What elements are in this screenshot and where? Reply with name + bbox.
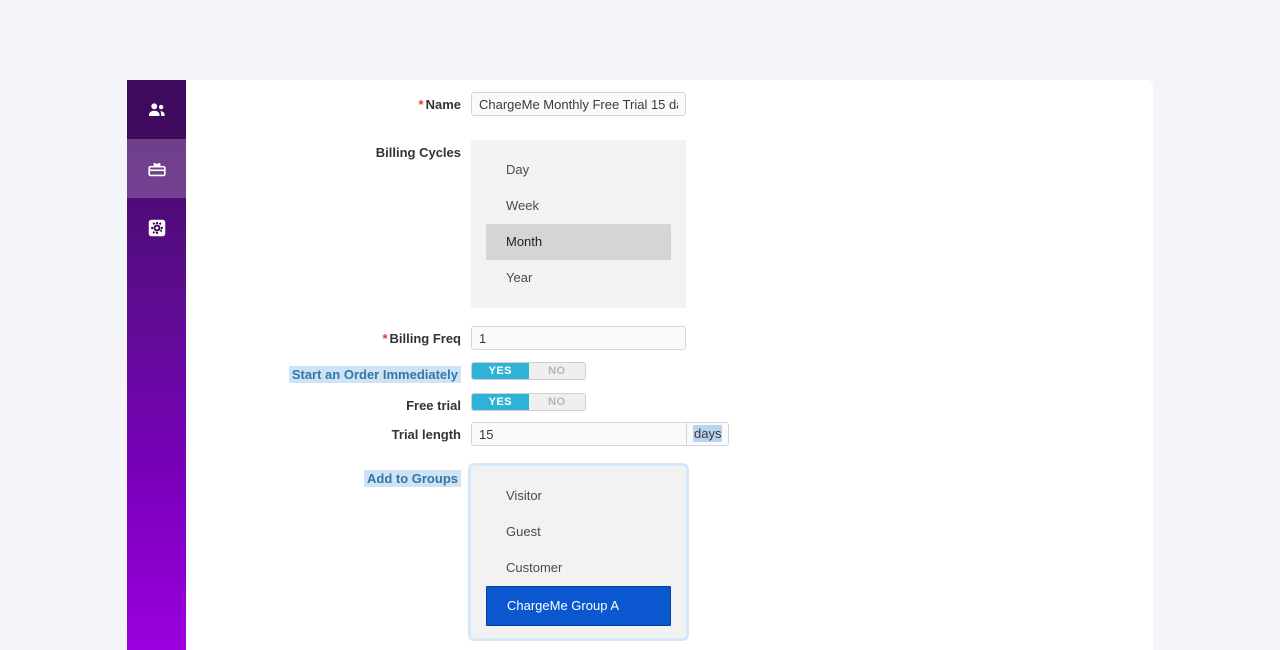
listbox-option[interactable]: Week <box>471 188 686 224</box>
gift-box-icon <box>146 158 168 180</box>
listbox-option[interactable]: Visitor <box>471 478 686 514</box>
trial-length-unit-addon: days <box>686 422 730 446</box>
trial-length-input-group: days <box>471 422 730 446</box>
listbox-option-selected[interactable]: ChargeMe Group A <box>486 586 671 626</box>
free-trial-toggle[interactable]: YES NO <box>471 393 586 411</box>
label-name: * Name <box>418 97 461 112</box>
subscription-form: *Name Billing Cycles Day Week Month Year… <box>186 80 1153 650</box>
sidebar-nav <box>127 80 186 650</box>
listbox-option[interactable]: Year <box>471 260 686 296</box>
users-icon <box>146 99 168 121</box>
sidebar-item-products[interactable] <box>127 139 186 198</box>
listbox-option[interactable]: Customer <box>471 550 686 586</box>
toggle-yes[interactable]: YES <box>472 363 529 379</box>
label-free-trial: Free trial <box>406 398 461 413</box>
app-root: *Name Billing Cycles Day Week Month Year… <box>0 0 1280 650</box>
required-marker: * <box>382 331 388 346</box>
trial-length-input[interactable] <box>471 422 686 446</box>
field-row-start-order-immediately: Start an Order Immediately YES NO <box>186 362 586 388</box>
field-row-billing-cycles: Billing Cycles Day Week Month Year <box>186 140 686 308</box>
listbox-option-selected[interactable]: Month <box>486 224 671 260</box>
sidebar-item-users[interactable] <box>127 80 186 139</box>
toggle-no[interactable]: NO <box>528 363 585 379</box>
field-row-billing-freq: * Billing Freq <box>186 326 686 352</box>
label-start-order-immediately: Start an Order Immediately <box>186 362 471 388</box>
name-input[interactable] <box>471 92 686 116</box>
toggle-no[interactable]: NO <box>528 394 585 410</box>
toggle-yes[interactable]: YES <box>472 394 529 410</box>
billing-cycles-listbox[interactable]: Day Week Month Year <box>471 140 686 308</box>
listbox-option[interactable]: Guest <box>471 514 686 550</box>
label-trial-length: Trial length <box>391 427 461 442</box>
field-row-trial-length: Trial length days <box>186 422 730 448</box>
sidebar-item-settings[interactable] <box>127 198 186 257</box>
field-row-name: * Name <box>186 92 686 118</box>
add-to-groups-listbox[interactable]: Visitor Guest Customer ChargeMe Group A <box>471 466 686 638</box>
field-row-add-to-groups: Add to Groups Visitor Guest Customer Cha… <box>186 466 686 638</box>
label-billing-freq: * Billing Freq <box>382 331 461 346</box>
label-billing-cycles: Billing Cycles <box>375 145 461 160</box>
billing-freq-input[interactable] <box>471 326 686 350</box>
label-add-to-groups: Add to Groups <box>186 466 471 492</box>
required-marker: * <box>418 97 424 112</box>
field-row-free-trial: Free trial YES NO <box>186 393 586 419</box>
gear-icon <box>146 217 168 239</box>
start-order-immediately-toggle[interactable]: YES NO <box>471 362 586 380</box>
listbox-option[interactable]: Day <box>471 152 686 188</box>
